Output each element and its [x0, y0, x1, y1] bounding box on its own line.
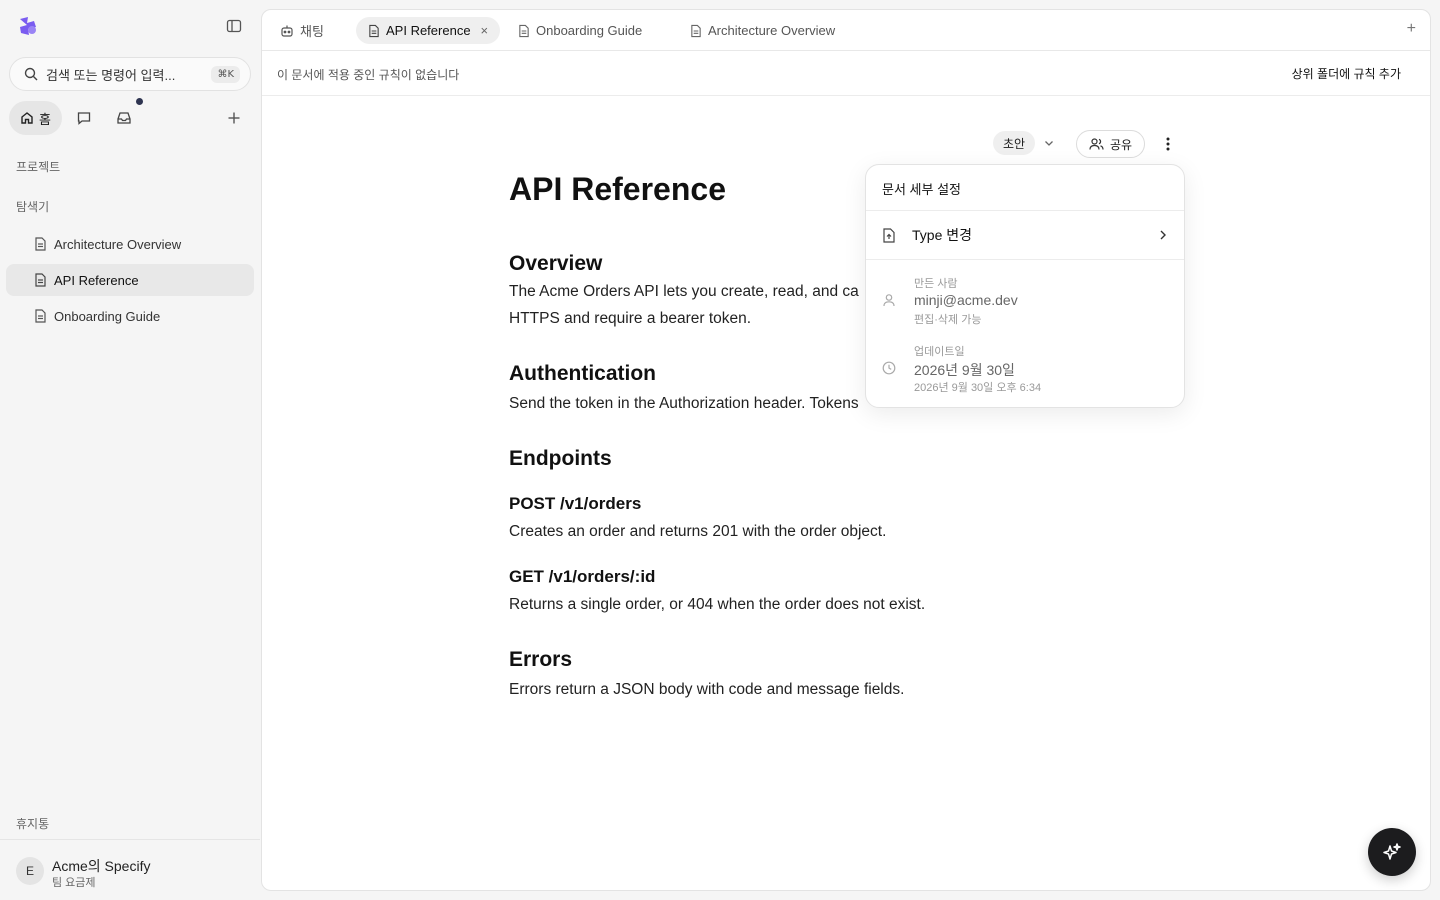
search-input[interactable]: 검색 또는 명령어 입력... ⌘K: [9, 57, 251, 91]
type-change-label: Type 변경: [912, 227, 973, 243]
sidebar: 검색 또는 명령어 입력... ⌘K 홈 프로젝트 탐색기 Architectu…: [0, 0, 260, 900]
home-icon: [21, 112, 33, 124]
file-type-icon: [883, 227, 895, 243]
document-icon: [691, 24, 701, 37]
search-shortcut-badge: ⌘K: [211, 65, 240, 83]
tab-label: Onboarding Guide: [536, 23, 643, 38]
add-rule-button[interactable]: 상위 폴더에 규칙 추가: [1292, 65, 1401, 82]
creator-email: minji@acme.dev: [914, 292, 1018, 308]
bot-icon: [281, 25, 293, 37]
more-vertical-icon[interactable]: [1160, 134, 1176, 154]
chevron-right-icon: [1160, 230, 1166, 240]
paragraph-errors: Errors return a JSON body with code and …: [509, 681, 905, 698]
divider: [866, 259, 1184, 260]
tab-chat[interactable]: 채팅: [268, 17, 336, 44]
ai-assistant-button[interactable]: [1368, 828, 1416, 876]
rule-bar: 이 문서에 적용 중인 규칙이 없습니다 상위 폴더에 규칙 추가: [262, 51, 1430, 96]
trash-link[interactable]: 휴지통: [16, 815, 49, 832]
document-icon: [35, 273, 46, 287]
workspace-plan: 팀 요금제: [52, 877, 96, 889]
paragraph-post-orders: Creates an order and returns 201 with th…: [509, 523, 887, 540]
heading-post-orders: POST /v1/orders: [509, 494, 642, 513]
users-icon: [1089, 138, 1104, 150]
projects-section-label[interactable]: 프로젝트: [16, 158, 60, 175]
workspace-avatar: E: [16, 857, 44, 885]
search-placeholder: 검색 또는 명령어 입력...: [46, 67, 176, 83]
document-icon: [519, 24, 529, 37]
nav-inbox-icon[interactable]: [114, 108, 134, 128]
share-label: 공유: [1110, 137, 1133, 152]
tree-item-onboarding-guide[interactable]: Onboarding Guide: [6, 300, 254, 332]
tab-close-icon[interactable]: ×: [481, 23, 489, 38]
tab-label: Architecture Overview: [708, 23, 836, 38]
updated-datetime: 2026년 9월 30일 오후 6:34: [914, 382, 1042, 394]
workspace-switcher[interactable]: E Acme의 Specify 팀 요금제: [0, 839, 260, 900]
updated-date: 2026년 9월 30일: [914, 362, 1015, 378]
chevron-down-icon[interactable]: [1043, 136, 1055, 154]
tree-item-architecture-overview[interactable]: Architecture Overview: [6, 228, 254, 260]
creator-permission: 편집·삭제 가능: [914, 314, 982, 326]
tab-bar: 채팅 API Reference × Onboarding Guide Arch…: [262, 10, 1430, 51]
app-logo-icon[interactable]: [17, 15, 39, 37]
document-icon: [35, 309, 46, 323]
creator-label: 만든 사람: [914, 278, 958, 290]
sidebar-toggle-icon[interactable]: [224, 16, 244, 36]
status-badge[interactable]: 초안: [993, 131, 1036, 155]
tree-item-api-reference[interactable]: API Reference: [6, 264, 254, 296]
workspace-name: Acme의 Specify: [52, 858, 151, 874]
tab-label: API Reference: [386, 23, 471, 38]
sparkles-icon: [1383, 843, 1401, 860]
document-details-popover: 문서 세부 설정 Type 변경 만든 사람 minji@acme.dev 편집…: [865, 164, 1185, 408]
tab-architecture-overview[interactable]: Architecture Overview: [678, 17, 847, 44]
nav-home-label: 홈: [39, 111, 51, 127]
document-icon: [369, 24, 379, 37]
heading-endpoints: Endpoints: [509, 447, 612, 470]
tab-label: 채팅: [300, 24, 324, 39]
tree-item-label: API Reference: [54, 272, 139, 288]
paragraph-get-order: Returns a single order, or 404 when the …: [509, 596, 926, 613]
explorer-section-label[interactable]: 탐색기: [16, 198, 49, 215]
clock-icon: [882, 361, 896, 375]
user-icon: [883, 294, 895, 307]
type-change-menu-item[interactable]: Type 변경: [866, 211, 1184, 259]
notification-dot: [136, 98, 143, 105]
primary-nav: 홈: [9, 98, 251, 135]
share-button[interactable]: 공유: [1076, 130, 1146, 158]
rule-status-text: 이 문서에 적용 중인 규칙이 없습니다: [277, 68, 460, 82]
nav-home-button[interactable]: 홈: [9, 101, 62, 135]
nav-chat-icon[interactable]: [74, 108, 94, 128]
tree-item-label: Architecture Overview: [54, 236, 182, 252]
document-icon: [35, 237, 46, 251]
tab-onboarding-guide[interactable]: Onboarding Guide: [506, 17, 654, 44]
tab-api-reference[interactable]: API Reference ×: [356, 17, 501, 44]
heading-get-order: GET /v1/orders/:id: [509, 567, 656, 586]
updated-label: 업데이트일: [914, 346, 965, 358]
add-icon[interactable]: [224, 108, 244, 128]
heading-errors: Errors: [509, 648, 573, 671]
search-icon: [24, 67, 38, 81]
main-panel: 채팅 API Reference × Onboarding Guide Arch…: [261, 9, 1431, 891]
new-tab-icon[interactable]: +: [1407, 20, 1416, 38]
tree-item-label: Onboarding Guide: [54, 308, 161, 324]
popover-title: 문서 세부 설정: [882, 182, 961, 197]
